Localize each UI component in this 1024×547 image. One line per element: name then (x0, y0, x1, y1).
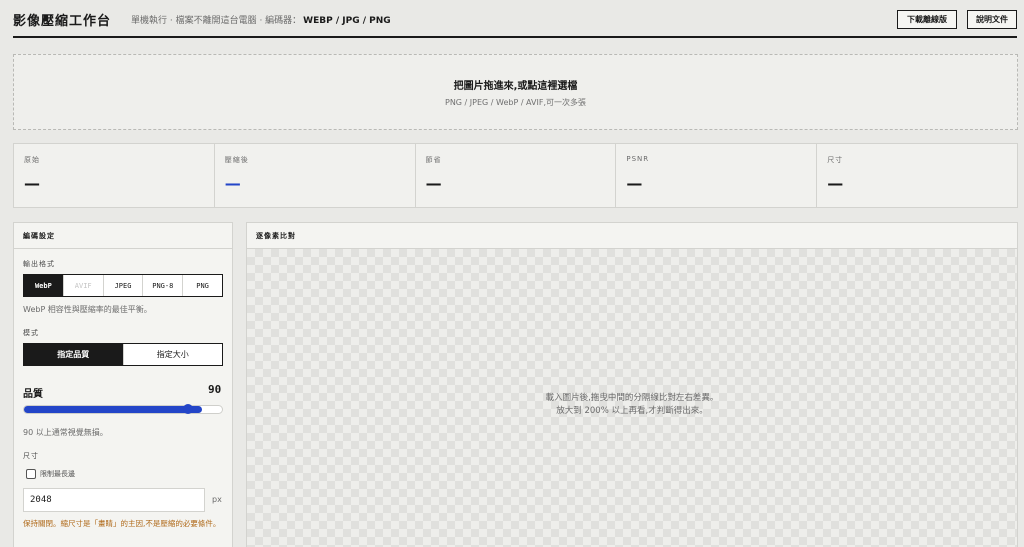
size-label: 尺寸 (23, 452, 39, 460)
format-option-png8[interactable]: PNG-8 (143, 275, 184, 296)
quality-slider[interactable] (23, 404, 223, 414)
compare-title: 逐像素比對 (247, 223, 1017, 249)
stat-label: 尺寸 (827, 156, 844, 164)
codec-list: WEBP / JPG / PNG (303, 16, 391, 26)
file-dropzone[interactable]: 把圖片拖進來,或點這裡選檔 PNG / JPEG / WebP / AVIF,可… (13, 54, 1018, 130)
stat-value: — (224, 174, 241, 193)
format-selector: WebP AVIF JPEG PNG-8 PNG (23, 274, 223, 297)
app-header: 影像壓縮工作台 單機執行 · 檔案不離開這台電腦 · 編碼器： WEBP / JP… (13, 0, 1017, 38)
stat-label: 節省 (425, 156, 442, 164)
stat-value: — (425, 174, 442, 193)
download-offline-button[interactable]: 下載離線版 (897, 10, 957, 29)
mode-option-quality[interactable]: 指定品質 (24, 344, 124, 365)
app-subtitle: 單機執行 · 檔案不離開這台電腦 · 編碼器： WEBP / JPG / PNG (131, 13, 391, 26)
limit-long-edge-checkbox[interactable] (26, 469, 36, 479)
app-title: 影像壓縮工作台 (13, 14, 112, 29)
format-option-png[interactable]: PNG (183, 275, 222, 296)
subtitle-text: 單機執行 · 檔案不離開這台電腦 · 編碼器： (131, 16, 302, 26)
long-edge-input[interactable]: 2048 (23, 488, 205, 512)
limit-long-edge-label: 限制最長邊 (40, 470, 75, 478)
size-warning: 保持關閉。縮尺寸是「畫睛」的主因,不是壓縮的必要條件。 (23, 519, 221, 528)
format-option-jpeg[interactable]: JPEG (104, 275, 144, 296)
format-option-webp[interactable]: WebP (24, 275, 64, 296)
quality-label: 品質 (23, 389, 43, 400)
mode-option-size[interactable]: 指定大小 (124, 344, 223, 365)
quality-slider-fill (24, 406, 203, 413)
stats-bar: 原始 — 壓縮後 — 節省 — PSNR — 尺寸 — (13, 143, 1018, 208)
stat-savings: 節省 — (416, 144, 617, 207)
stat-label: PSNR (626, 155, 650, 163)
stat-psnr: PSNR — (616, 144, 818, 207)
quality-value: 90 (208, 383, 222, 396)
quality-hint: 90 以上通常視覺無損。 (23, 428, 108, 437)
pixel-compare-panel: 逐像素比對 載入圖片後,拖曳中間的分隔線比對左右差異。 放大到 200% 以上再… (246, 222, 1018, 547)
compare-message-line1: 載入圖片後,拖曳中間的分隔線比對左右差異。 (545, 393, 719, 403)
help-docs-button[interactable]: 說明文件 (967, 10, 1017, 29)
limit-long-edge-row[interactable]: 限制最長邊 (26, 469, 75, 479)
format-hint: WebP 相容性與壓縮率的最佳平衡。 (23, 305, 152, 314)
format-option-avif[interactable]: AVIF (64, 275, 104, 296)
stat-original: 原始 — (14, 144, 215, 207)
stat-compressed: 壓縮後 — (215, 144, 416, 207)
stat-label: 壓縮後 (224, 156, 249, 164)
format-label: 輸出格式 (23, 260, 55, 268)
encoding-settings-panel: 編碼設定 輸出格式 WebP AVIF JPEG PNG-8 PNG WebP … (13, 222, 233, 547)
dropzone-title: 把圖片拖進來,或點這裡選檔 (453, 81, 578, 92)
dropzone-subtitle: PNG / JPEG / WebP / AVIF,可一次多張 (445, 98, 586, 107)
mode-label: 模式 (23, 329, 39, 337)
stat-value: — (24, 174, 40, 193)
stat-value: — (827, 174, 844, 193)
stat-dimensions: 尺寸 — (817, 144, 1017, 207)
stat-label: 原始 (24, 156, 40, 164)
size-unit: px (212, 495, 222, 504)
compare-message-line2: 放大到 200% 以上再看,才判斷得出來。 (556, 406, 708, 416)
stat-value: — (626, 174, 643, 193)
compare-canvas[interactable]: 載入圖片後,拖曳中間的分隔線比對左右差異。 放大到 200% 以上再看,才判斷得… (247, 249, 1017, 547)
settings-title: 編碼設定 (14, 223, 232, 249)
mode-selector: 指定品質 指定大小 (23, 343, 223, 366)
